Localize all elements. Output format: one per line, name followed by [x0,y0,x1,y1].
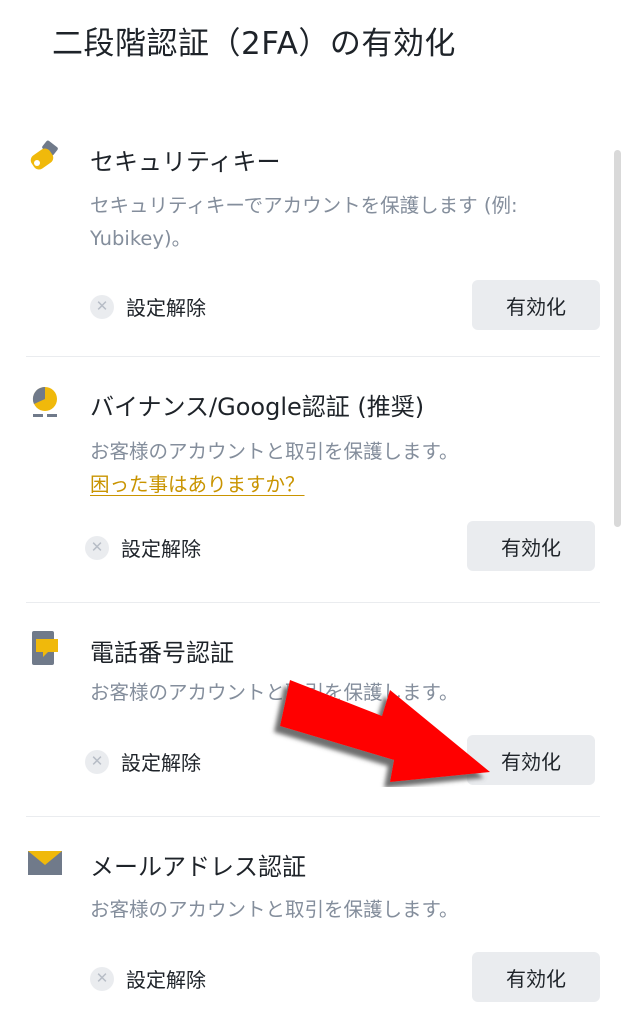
enable-button[interactable]: 有効化 [467,521,595,571]
description-line: Yubikey)。 [90,227,192,250]
close-circle-icon: ✕ [90,294,114,319]
help-link[interactable]: 困った事はありますか？ [90,473,305,496]
method-name: メールアドレス認証 [90,853,306,881]
method-description: セキュリティキーでアカウントを保護します (例: Yubikey)。 [90,189,610,255]
description-line: お客様のアカウントと取引を保護します。 [90,898,459,921]
status-indicator: ✕ 設定解除 [90,292,206,321]
description-line: お客様のアカウントと取引を保護します。 [90,440,459,463]
method-name: セキュリティキー [90,148,281,176]
status-indicator: ✕ 設定解除 [85,747,201,776]
close-circle-icon: ✕ [90,966,114,991]
status-indicator: ✕ 設定解除 [90,964,206,993]
annotation-arrow-icon [280,680,490,782]
method-description: お客様のアカウントと取引を保護します。 困った事はありますか？ [90,435,610,501]
scrollbar[interactable] [614,150,621,527]
status-label: 設定解除 [121,751,201,775]
authenticator-icon [32,386,57,417]
method-name: バイナンス/Google認証 (推奨) [90,393,425,421]
method-description: お客様のアカウントと取引を保護します。 [90,893,610,926]
phone-icon [32,631,58,665]
enable-button[interactable]: 有効化 [472,280,600,330]
method-name: 電話番号認証 [90,639,234,667]
enable-button[interactable]: 有効化 [472,952,600,1002]
status-label: 設定解除 [121,537,201,561]
divider [26,356,600,357]
status-label: 設定解除 [126,296,206,320]
email-icon [28,851,62,875]
divider [26,602,600,603]
close-circle-icon: ✕ [85,535,109,560]
status-label: 設定解除 [126,968,206,992]
divider [26,816,600,817]
close-circle-icon: ✕ [85,749,109,774]
status-indicator: ✕ 設定解除 [85,533,201,562]
page-title: 二段階認証（2FA）の有効化 [52,26,456,62]
security-key-icon [30,140,58,170]
description-line: セキュリティキーでアカウントを保護します (例: [90,194,518,217]
